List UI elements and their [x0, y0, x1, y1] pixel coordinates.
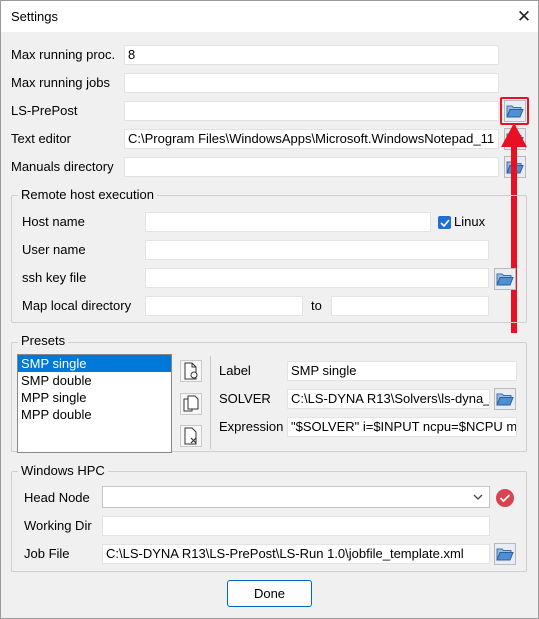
map-from-field[interactable]: [145, 296, 303, 316]
head-node-dropdown[interactable]: [102, 486, 490, 508]
hpc-group-title: Windows HPC: [18, 463, 108, 478]
expression-field[interactable]: "$SOLVER" i=$INPUT ncpu=$NCPU me: [287, 417, 517, 437]
max-jobs-label: Max running jobs: [11, 75, 110, 90]
ssh-field[interactable]: [145, 268, 489, 288]
title-bar: Settings ✕: [1, 1, 538, 32]
host-field[interactable]: [145, 212, 431, 232]
map-label: Map local directory: [22, 298, 132, 313]
new-preset-button[interactable]: [180, 360, 202, 382]
map-to-field[interactable]: [331, 296, 489, 316]
preset-item[interactable]: MPP double: [18, 406, 171, 423]
checkmark-icon: [439, 218, 450, 227]
folder-open-icon: [496, 393, 514, 406]
max-proc-field[interactable]: 8: [124, 45, 499, 65]
solver-browse-button[interactable]: [494, 388, 516, 410]
head-node-label: Head Node: [24, 490, 90, 505]
user-field[interactable]: [145, 240, 489, 260]
status-check-icon: [496, 489, 514, 507]
vertical-separator: [210, 356, 211, 449]
editor-label: Text editor: [11, 131, 71, 146]
solver-label: SOLVER: [219, 391, 271, 406]
job-file-browse-button[interactable]: [494, 543, 516, 565]
job-file-label: Job File: [24, 546, 70, 561]
presets-list[interactable]: SMP single SMP double MPP single MPP dou…: [17, 354, 172, 453]
delete-document-icon: [184, 427, 197, 445]
linux-label: Linux: [454, 214, 486, 229]
preset-item[interactable]: SMP single: [18, 355, 171, 372]
close-button[interactable]: ✕: [509, 1, 538, 32]
job-file-field[interactable]: C:\LS-DYNA R13\LS-PrePost\LS-Run 1.0\job…: [102, 544, 490, 564]
host-label: Host name: [22, 214, 85, 229]
copy-preset-button[interactable]: [180, 393, 202, 415]
manuals-label: Manuals directory: [11, 159, 114, 174]
preset-item[interactable]: MPP single: [18, 389, 171, 406]
user-label: User name: [22, 242, 86, 257]
folder-open-icon: [496, 273, 514, 286]
map-to-label: to: [311, 298, 322, 313]
settings-dialog: Settings ✕ Max running proc. 8 Max runni…: [0, 0, 539, 619]
ssh-browse-button[interactable]: [494, 268, 516, 290]
editor-field[interactable]: C:\Program Files\WindowsApps\Microsoft.W…: [124, 129, 499, 149]
solver-field[interactable]: C:\LS-DYNA R13\Solvers\ls-dyna_s: [287, 389, 490, 409]
working-dir-field[interactable]: [102, 516, 490, 536]
manuals-field[interactable]: [124, 157, 499, 177]
preset-item[interactable]: SMP double: [18, 372, 171, 389]
linux-checkbox[interactable]: [438, 216, 451, 229]
remote-group-title: Remote host execution: [18, 187, 157, 202]
copy-document-icon: [183, 395, 199, 412]
ssh-label: ssh key file: [22, 270, 87, 285]
prepost-label: LS-PrePost: [11, 103, 78, 118]
delete-preset-button[interactable]: [180, 425, 202, 447]
preset-label-field[interactable]: SMP single: [287, 361, 517, 381]
prepost-field[interactable]: [124, 101, 499, 121]
window-title: Settings: [11, 9, 58, 24]
done-button[interactable]: Done: [227, 580, 312, 607]
expression-label: Expression: [219, 419, 284, 434]
max-proc-label: Max running proc.: [11, 47, 116, 62]
folder-open-icon: [496, 548, 514, 561]
preset-label-label: Label: [219, 363, 251, 378]
new-document-icon: [184, 362, 198, 380]
presets-group-title: Presets: [18, 333, 69, 348]
max-jobs-field[interactable]: [124, 73, 499, 93]
dropdown-chevron-icon: [473, 494, 483, 500]
working-dir-label: Working Dir: [24, 518, 92, 533]
